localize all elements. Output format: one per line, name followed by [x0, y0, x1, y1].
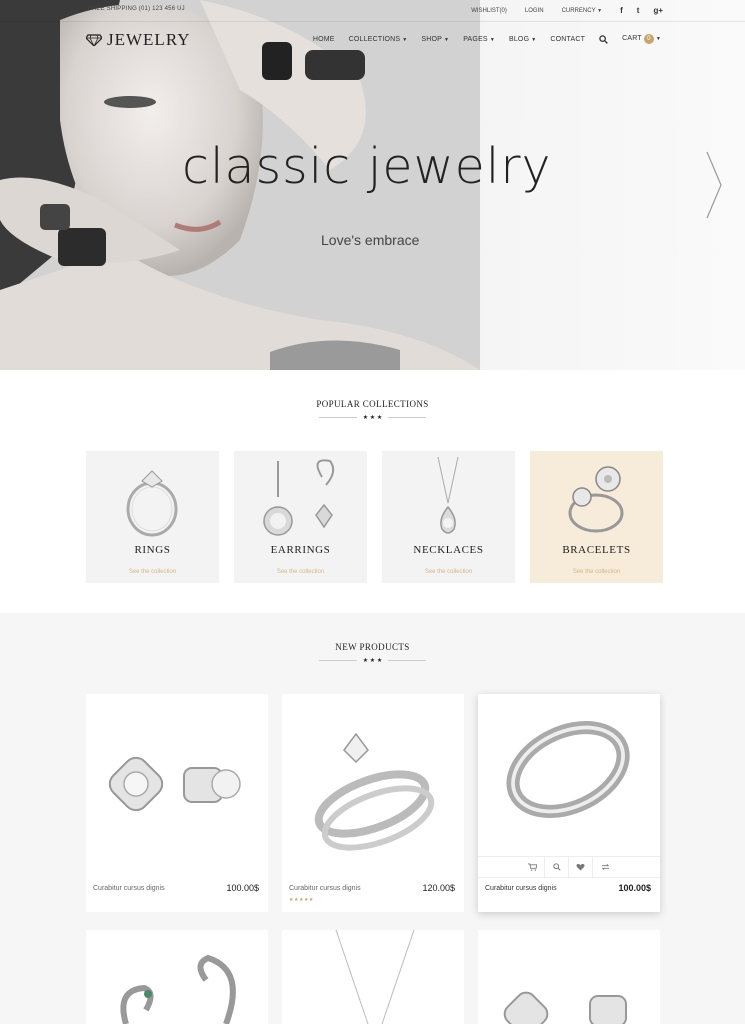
stars-divider: ★ ★ ★ [0, 414, 745, 421]
see-collection-link[interactable]: See the collection [530, 569, 663, 575]
collections-grid: RINGS See the collection EARRINGS See th… [86, 451, 663, 583]
nav-home[interactable]: HOME [313, 36, 335, 43]
compare-icon[interactable] [593, 857, 617, 877]
nav-contact[interactable]: CONTACT [550, 36, 585, 43]
wishlist-link[interactable]: WISHLIST(0) [471, 8, 507, 14]
product-actions [478, 856, 660, 878]
product-card[interactable] [478, 930, 660, 1024]
product-card[interactable] [86, 930, 268, 1024]
hero-banner: FREE SHIPPING (01) 123 456 UJ WISHLIST(0… [0, 0, 745, 370]
caret-down-icon: ▼ [489, 36, 495, 43]
collection-name: NECKLACES [413, 544, 484, 556]
cart-label: CART [622, 35, 642, 42]
collection-card-rings[interactable]: RINGS See the collection [86, 451, 219, 583]
nav-pages[interactable]: PAGES ▼ [463, 36, 495, 43]
main-navbar: JEWELRY HOME COLLECTIONS ▼ SHOP ▼ PAGES ▼ B… [0, 26, 745, 54]
section-title: POPULAR COLLECTIONS [316, 399, 429, 409]
bracelet-image [568, 466, 624, 533]
nav-shop-label: SHOP [421, 35, 443, 43]
caret-down-icon: ▼ [655, 36, 661, 42]
top-bar: FREE SHIPPING (01) 123 456 UJ WISHLIST(0… [0, 0, 745, 22]
facebook-icon[interactable]: f [620, 6, 623, 15]
product-card[interactable]: Curabitur cursus dignis 100.00$ [86, 694, 268, 912]
product-name[interactable]: Curabitur cursus dignis [93, 885, 165, 892]
ring-image [126, 470, 178, 537]
twitter-icon[interactable]: t [637, 6, 640, 15]
product-price: 100.00$ [618, 883, 651, 893]
earrings-image [263, 459, 335, 536]
chevron-right-icon[interactable] [705, 150, 723, 220]
nav-collections-label: COLLECTIONS [348, 35, 401, 43]
diamond-logo-icon [86, 34, 102, 46]
collection-card-earrings[interactable]: EARRINGS See the collection [234, 451, 367, 583]
collection-name: BRACELETS [562, 544, 631, 556]
cart-icon[interactable] [521, 857, 545, 877]
product-name[interactable]: Curabitur cursus dignis [485, 885, 557, 892]
product-name[interactable]: Curabitur cursus dignis [289, 885, 361, 892]
product-card[interactable]: Curabitur cursus dignis 120.00$ ★★★★★ [282, 694, 464, 912]
collection-name: RINGS [134, 544, 171, 556]
caret-down-icon: ▼ [531, 36, 537, 43]
new-products-heading: NEW PRODUCTS ★ ★ ★ [0, 642, 745, 664]
necklace-image [437, 457, 459, 534]
cart-count-badge: 0 [643, 34, 654, 44]
hero-title: classic jewelry [182, 138, 552, 195]
product-image-earrings-2 [503, 991, 627, 1024]
product-image-ring [314, 732, 435, 851]
cart-button[interactable]: CART 0 ▼ [622, 34, 661, 44]
product-card[interactable]: Curabitur cursus dignis 100.00$ [478, 694, 660, 912]
collection-name: EARRINGS [270, 544, 331, 556]
product-rating: ★★★★★ [289, 897, 314, 903]
nav-blog-label: BLOG [508, 35, 530, 43]
heart-icon[interactable] [569, 857, 593, 877]
collection-card-necklaces[interactable]: NECKLACES See the collection [382, 451, 515, 583]
popular-collections-heading: POPULAR COLLECTIONS ★ ★ ★ [0, 399, 745, 421]
product-price: 100.00$ [226, 883, 259, 893]
product-image-band [506, 721, 630, 818]
see-collection-link[interactable]: See the collection [382, 569, 515, 575]
collection-card-bracelets[interactable]: BRACELETS See the collection [530, 451, 663, 583]
site-logo[interactable]: JEWELRY [86, 30, 191, 50]
see-collection-link[interactable]: See the collection [86, 569, 219, 575]
product-price: 120.00$ [422, 883, 455, 893]
search-icon[interactable] [545, 857, 569, 877]
nav-collections[interactable]: COLLECTIONS ▼ [349, 36, 408, 43]
products-grid: Curabitur cursus dignis 100.00$ Curabitu… [86, 694, 660, 912]
logo-text: JEWELRY [107, 30, 191, 49]
caret-down-icon: ▼ [597, 7, 603, 14]
products-grid-row-2 [86, 930, 660, 1024]
caret-down-icon: ▼ [402, 36, 408, 43]
product-image-chain-necklace [335, 930, 415, 1024]
see-collection-link[interactable]: See the collection [234, 569, 367, 575]
product-image-open-bangle [120, 954, 236, 1024]
section-title: NEW PRODUCTS [335, 642, 410, 652]
product-card[interactable] [282, 930, 464, 1024]
currency-dropdown[interactable]: CURRENCY ▼ [562, 8, 603, 14]
nav-blog[interactable]: BLOG ▼ [509, 36, 536, 43]
login-link[interactable]: LOGIN [525, 8, 544, 14]
nav-shop[interactable]: SHOP ▼ [421, 36, 449, 43]
nav-menu: HOME COLLECTIONS ▼ SHOP ▼ PAGES ▼ BLOG ▼ CON… [313, 34, 661, 44]
hero-subtitle: Love's embrace [321, 232, 420, 248]
product-image-earrings [108, 756, 241, 812]
search-icon[interactable] [599, 34, 608, 44]
caret-down-icon: ▼ [444, 36, 450, 43]
google-plus-icon[interactable]: g+ [653, 6, 663, 15]
shipping-info: FREE SHIPPING (01) 123 456 UJ [88, 6, 185, 12]
nav-pages-label: PAGES [463, 35, 488, 43]
stars-divider: ★ ★ ★ [0, 657, 745, 664]
currency-label: CURRENCY [561, 7, 596, 14]
